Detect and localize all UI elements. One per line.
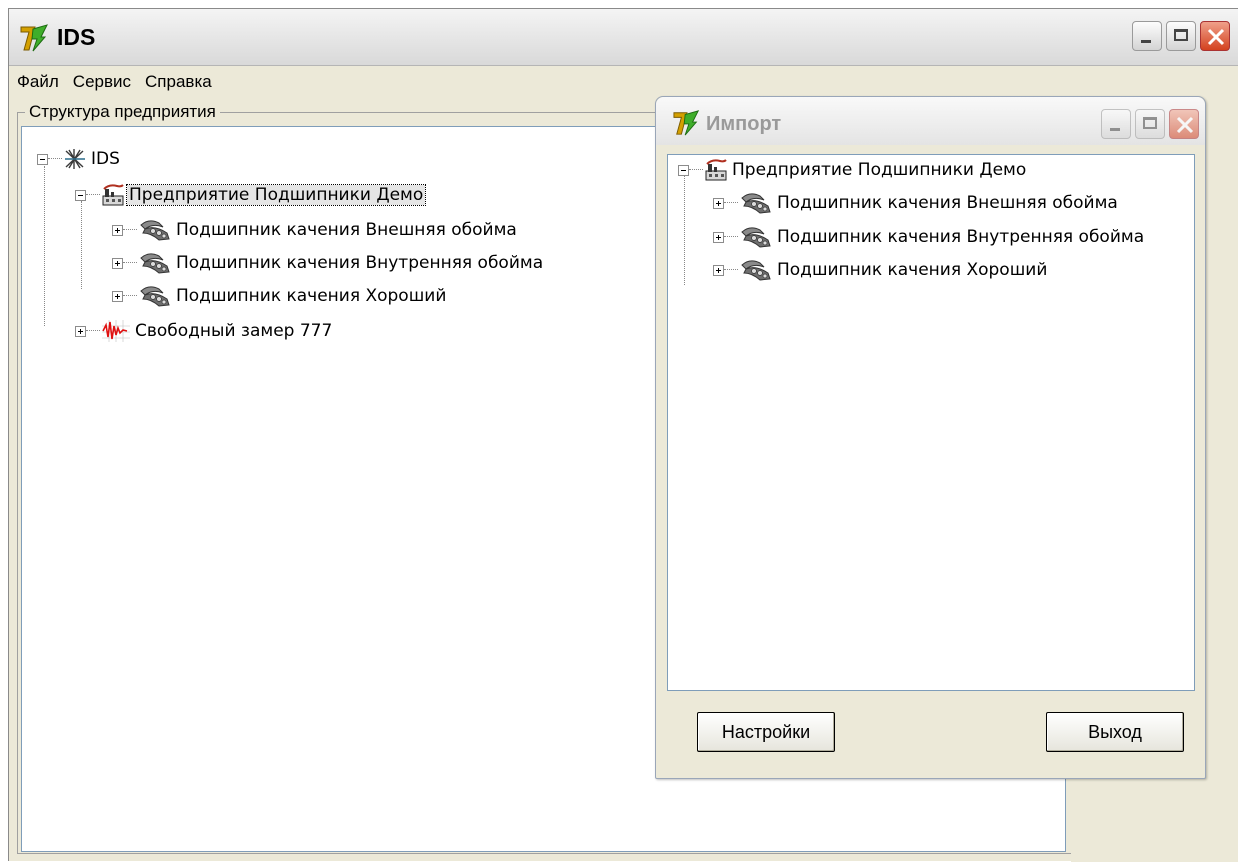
minimize-button[interactable] [1132,21,1162,51]
expand-toggle[interactable] [112,225,123,236]
collapse-toggle[interactable] [678,165,689,176]
import-titlebar[interactable]: Импорт [656,97,1205,145]
expand-toggle[interactable] [112,291,123,302]
network-root-icon [63,148,87,170]
waveform-icon [101,320,131,342]
close-button[interactable] [1200,21,1230,51]
tree-label: Подшипник качения Внутренняя обойма [176,253,544,273]
tree-label: Подшипник качения Внешняя обойма [777,193,1118,213]
window-title: IDS [57,24,96,50]
bearing-icon [739,192,773,214]
tree-label: Подшипник качения Хороший [777,260,1048,280]
tree-label: Свободный замер 777 [135,321,333,341]
close-icon [1207,28,1225,46]
expand-toggle[interactable] [713,198,724,209]
tree-label: Предприятие Подшипники Демо [732,160,1027,180]
expand-toggle[interactable] [112,258,123,269]
app-logo-icon [19,23,51,53]
close-button[interactable] [1169,109,1199,139]
app-logo-icon [672,109,702,137]
tree-label-selected: Предприятие Подшипники Демо [125,184,427,206]
import-dialog: Импорт Предприятие Подшипники Демо Подши… [655,96,1206,779]
tree-label: Подшипник качения Внутренняя обойма [777,227,1145,247]
bearing-icon [739,226,773,248]
bearing-icon [138,219,172,241]
minimize-icon [1141,40,1151,43]
maximize-button[interactable] [1135,109,1165,139]
main-titlebar[interactable]: IDS [9,9,1238,66]
minimize-icon [1110,128,1120,131]
structure-group-label: Структура предприятия [25,102,220,122]
import-title: Импорт [706,113,782,135]
menu-file[interactable]: Файл [9,66,65,92]
maximize-button[interactable] [1166,21,1196,51]
bearing-icon [739,259,773,281]
collapse-toggle[interactable] [37,154,48,165]
factory-icon [101,184,125,206]
expand-toggle[interactable] [713,265,724,276]
factory-icon [704,159,728,181]
expand-toggle[interactable] [713,232,724,243]
bearing-icon [138,285,172,307]
settings-button[interactable]: Настройки [697,712,835,752]
tree-label: Подшипник качения Внешняя обойма [176,220,517,240]
expand-toggle[interactable] [75,326,86,337]
menu-help[interactable]: Справка [137,66,218,92]
tree-label: Подшипник качения Хороший [176,286,447,306]
collapse-toggle[interactable] [75,190,86,201]
menu-bar: Файл Сервис Справка [9,66,1238,96]
maximize-icon [1174,29,1188,41]
maximize-icon [1143,117,1157,129]
import-tree[interactable]: Предприятие Подшипники Демо Подшипник ка… [667,154,1195,691]
minimize-button[interactable] [1101,109,1131,139]
bearing-icon [138,252,172,274]
tree-label: IDS [91,149,120,169]
menu-service[interactable]: Сервис [65,66,137,92]
close-icon [1176,116,1194,134]
exit-button[interactable]: Выход [1046,712,1184,752]
